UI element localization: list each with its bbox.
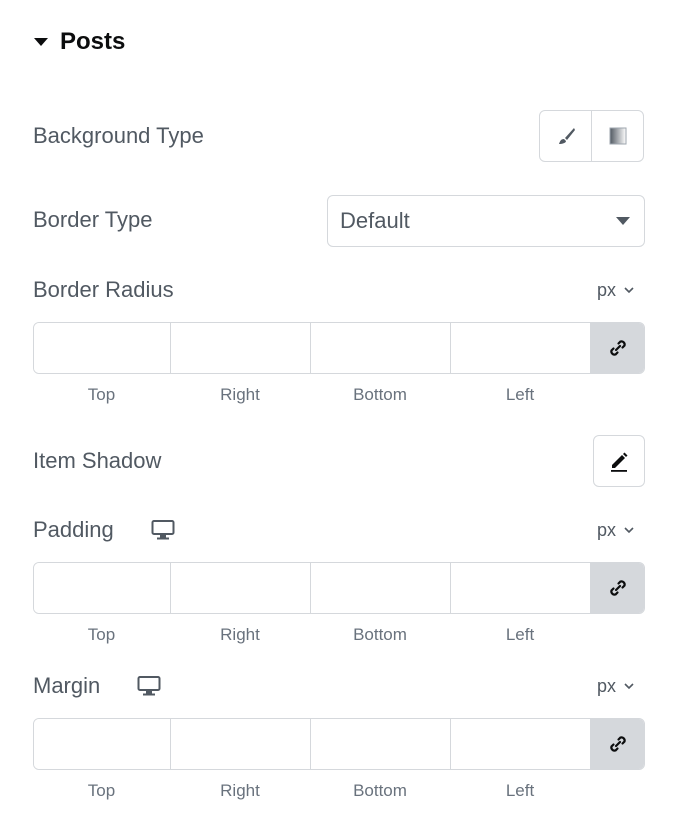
border-radius-link-button[interactable] xyxy=(591,323,644,373)
side-label-top: Top xyxy=(87,781,116,800)
border-radius-side-labels: Top Right Bottom Left xyxy=(33,385,591,405)
gradient-icon xyxy=(609,127,626,145)
padding-bottom-input[interactable] xyxy=(311,563,451,613)
side-label-bottom: Bottom xyxy=(353,781,407,800)
border-type-label: Border Type xyxy=(33,207,153,232)
padding-unit-select[interactable]: px xyxy=(597,520,634,541)
border-radius-top-input[interactable] xyxy=(34,323,171,373)
border-radius-dimensions xyxy=(33,322,645,374)
side-label-top: Top xyxy=(87,385,116,404)
background-gradient-button[interactable] xyxy=(591,111,643,161)
margin-dimensions xyxy=(33,718,645,770)
link-icon xyxy=(609,736,626,752)
chevron-down-icon xyxy=(616,217,630,225)
border-type-value: Default xyxy=(340,208,410,233)
background-type-label: Background Type xyxy=(33,123,204,148)
margin-bottom-input[interactable] xyxy=(311,719,451,769)
border-radius-right-input[interactable] xyxy=(171,323,311,373)
margin-side-labels: Top Right Bottom Left xyxy=(33,781,591,801)
side-label-right: Right xyxy=(220,385,260,404)
margin-right-input[interactable] xyxy=(171,719,311,769)
padding-side-labels: Top Right Bottom Left xyxy=(33,625,591,645)
item-shadow-edit-button[interactable] xyxy=(593,435,645,487)
border-radius-left-input[interactable] xyxy=(451,323,591,373)
side-label-left: Left xyxy=(505,625,535,644)
pencil-icon xyxy=(611,452,628,472)
padding-label: Padding xyxy=(33,517,114,542)
padding-top-input[interactable] xyxy=(34,563,171,613)
item-shadow-label: Item Shadow xyxy=(33,448,162,473)
unit-label: px xyxy=(596,676,616,696)
padding-dimensions xyxy=(33,562,645,614)
chevron-down-icon xyxy=(624,527,634,534)
brush-icon xyxy=(558,128,575,144)
margin-link-button[interactable] xyxy=(591,719,644,769)
border-radius-unit-select[interactable]: px xyxy=(597,280,634,301)
border-type-select[interactable]: Default xyxy=(327,195,645,247)
section-header-posts[interactable]: Posts xyxy=(34,28,125,56)
side-label-bottom: Bottom xyxy=(353,625,407,644)
padding-link-button[interactable] xyxy=(591,563,644,613)
side-label-right: Right xyxy=(220,781,260,800)
side-label-top: Top xyxy=(87,625,116,644)
unit-label: px xyxy=(596,280,616,300)
padding-right-input[interactable] xyxy=(171,563,311,613)
side-label-left: Left xyxy=(505,385,535,404)
link-icon xyxy=(609,580,626,596)
section-title: Posts xyxy=(60,28,126,55)
unit-label: px xyxy=(596,520,616,540)
margin-label: Margin xyxy=(33,673,101,698)
background-classic-button[interactable] xyxy=(540,111,591,161)
caret-down-icon xyxy=(34,38,48,46)
chevron-down-icon xyxy=(624,287,634,294)
padding-left-input[interactable] xyxy=(451,563,591,613)
desktop-icon[interactable] xyxy=(137,675,161,697)
link-icon xyxy=(609,340,626,356)
border-radius-label: Border Radius xyxy=(33,277,174,302)
desktop-icon[interactable] xyxy=(151,519,175,541)
background-type-choices xyxy=(539,110,644,162)
margin-left-input[interactable] xyxy=(451,719,591,769)
margin-top-input[interactable] xyxy=(34,719,171,769)
margin-unit-select[interactable]: px xyxy=(597,676,634,697)
side-label-bottom: Bottom xyxy=(353,385,407,404)
side-label-left: Left xyxy=(505,781,535,800)
border-radius-bottom-input[interactable] xyxy=(311,323,451,373)
chevron-down-icon xyxy=(624,683,634,690)
side-label-right: Right xyxy=(220,625,260,644)
